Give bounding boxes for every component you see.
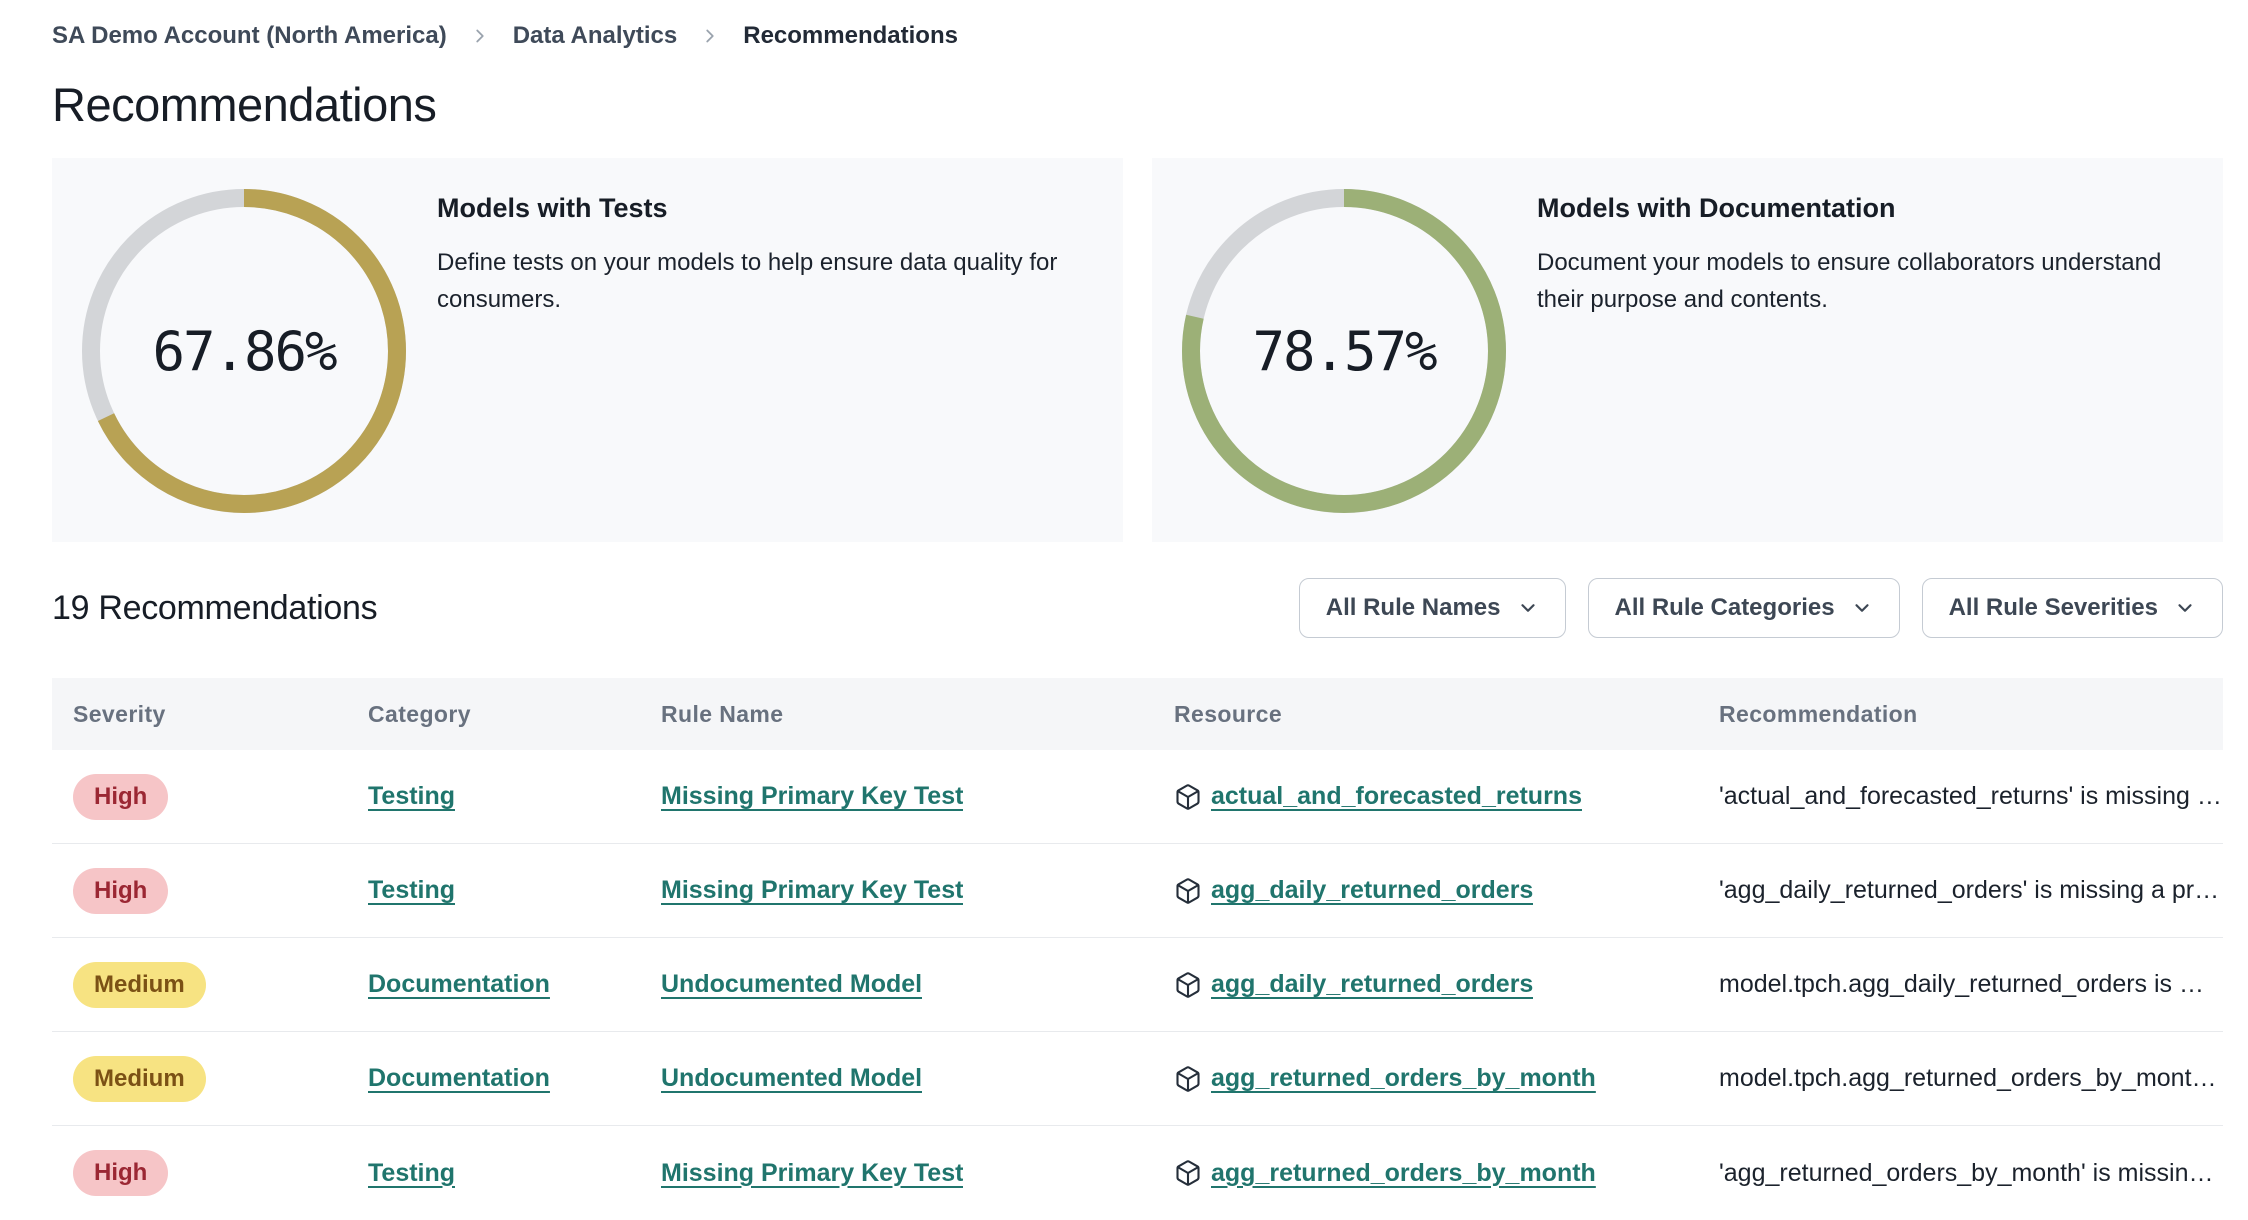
model-cube-icon xyxy=(1174,1065,1202,1093)
recommendation-cell: 'agg_daily_returned_orders' is missing a… xyxy=(1698,876,2223,905)
severity-badge: Medium xyxy=(73,961,206,1008)
table-row: High Testing Missing Primary Key Test ag… xyxy=(52,844,2223,938)
column-header-severity: Severity xyxy=(73,700,166,727)
rule-name-link[interactable]: Undocumented Model xyxy=(661,970,922,999)
resource-link[interactable]: agg_returned_orders_by_month xyxy=(1211,1159,1596,1188)
table-row: High Testing Missing Primary Key Test ag… xyxy=(52,1126,2223,1220)
table-header: Severity Category Rule Name Resource Rec… xyxy=(52,678,2223,750)
models-with-documentation-card: 78.57% Models with Documentation Documen… xyxy=(1152,158,2223,542)
rule-severities-filter[interactable]: All Rule Severities xyxy=(1921,578,2223,638)
list-header: 19 Recommendations All Rule Names All Ru… xyxy=(52,578,2223,638)
card-title-docs: Models with Documentation xyxy=(1537,193,1896,223)
category-cell: Testing xyxy=(347,876,640,905)
chevron-right-icon xyxy=(469,25,491,47)
breadcrumb-account[interactable]: SA Demo Account (North America) xyxy=(52,22,447,50)
tests-percent-value: 67.86% xyxy=(152,319,337,383)
recommendation-text: model.tpch.agg_daily_returned_orders is … xyxy=(1719,970,2223,998)
column-header-category: Category xyxy=(368,700,471,727)
column-header-resource: Resource xyxy=(1174,700,1283,727)
recommendation-cell: 'actual_and_forecasted_returns' is missi… xyxy=(1698,782,2223,811)
table-row: Medium Documentation Undocumented Model … xyxy=(52,938,2223,1032)
model-cube-icon xyxy=(1174,971,1202,999)
table-row: Medium Documentation Undocumented Model … xyxy=(52,1032,2223,1126)
resource-cell: agg_daily_returned_orders xyxy=(1153,970,1698,999)
category-link[interactable]: Documentation xyxy=(368,970,550,999)
category-cell: Testing xyxy=(347,782,640,811)
breadcrumb: SA Demo Account (North America) Data Ana… xyxy=(52,20,2223,52)
severity-cell: Medium xyxy=(52,961,347,1008)
breadcrumb-current: Recommendations xyxy=(743,22,958,49)
category-link[interactable]: Testing xyxy=(368,782,455,811)
card-description-docs: Document your models to ensure collabora… xyxy=(1537,249,2162,313)
severity-cell: High xyxy=(52,867,347,914)
rule-severities-filter-label: All Rule Severities xyxy=(1948,594,2158,621)
chevron-right-icon xyxy=(699,25,721,47)
column-header-recommendation: Recommendation xyxy=(1719,700,1918,727)
rule-name-cell: Missing Primary Key Test xyxy=(640,1159,1153,1188)
card-description-tests: Define tests on your models to help ensu… xyxy=(437,249,1058,313)
chevron-down-icon xyxy=(1854,604,1869,612)
models-with-tests-card: 67.86% Models with Tests Define tests on… xyxy=(52,158,1123,542)
resource-cell: agg_daily_returned_orders xyxy=(1153,876,1698,905)
card-title-tests: Models with Tests xyxy=(437,193,668,223)
recommendations-page: SA Demo Account (North America) Data Ana… xyxy=(0,0,2248,1220)
chevron-down-icon xyxy=(2178,604,2192,612)
rule-categories-filter-label: All Rule Categories xyxy=(1614,594,1835,621)
severity-cell: Medium xyxy=(52,1055,347,1102)
model-cube-icon xyxy=(1174,877,1202,905)
category-link[interactable]: Testing xyxy=(368,876,455,905)
severity-cell: High xyxy=(52,1150,347,1196)
severity-badge: High xyxy=(73,867,169,914)
page-title: Recommendations xyxy=(52,78,437,131)
rule-names-filter-label: All Rule Names xyxy=(1325,594,1501,621)
severity-badge: High xyxy=(73,1150,169,1196)
rule-name-link[interactable]: Missing Primary Key Test xyxy=(661,876,963,905)
rule-name-link[interactable]: Undocumented Model xyxy=(661,1064,922,1093)
rule-name-cell: Missing Primary Key Test xyxy=(640,876,1153,905)
rule-name-cell: Missing Primary Key Test xyxy=(640,782,1153,811)
resource-link[interactable]: actual_and_forecasted_returns xyxy=(1211,782,1582,811)
recommendation-text: 'agg_returned_orders_by_month' is missin… xyxy=(1719,1158,2223,1187)
table-body: High Testing Missing Primary Key Test ac… xyxy=(52,750,2223,1220)
docs-percent-value: 78.57% xyxy=(1252,319,1437,383)
recommendation-text: 'agg_daily_returned_orders' is missing a… xyxy=(1719,876,2223,904)
resource-link[interactable]: agg_daily_returned_orders xyxy=(1211,876,1533,905)
rule-name-cell: Undocumented Model xyxy=(640,1064,1153,1093)
table-row: High Testing Missing Primary Key Test ac… xyxy=(52,750,2223,844)
category-link[interactable]: Testing xyxy=(368,1159,455,1188)
category-cell: Documentation xyxy=(347,1064,640,1093)
breadcrumb-project[interactable]: Data Analytics xyxy=(513,22,678,50)
resource-cell: agg_returned_orders_by_month xyxy=(1153,1064,1698,1093)
rule-name-cell: Undocumented Model xyxy=(640,970,1153,999)
filter-bar: All Rule Names All Rule Categories All R… xyxy=(1298,578,2223,638)
summary-cards: 67.86% Models with Tests Define tests on… xyxy=(52,158,2223,542)
recommendations-table: Severity Category Rule Name Resource Rec… xyxy=(52,678,2223,1220)
tests-coverage-donut: 67.86% xyxy=(82,189,406,513)
rule-name-link[interactable]: Missing Primary Key Test xyxy=(661,782,963,811)
model-cube-icon xyxy=(1174,783,1202,811)
recommendation-text: model.tpch.agg_returned_orders_by_month … xyxy=(1719,1064,2223,1092)
chevron-down-icon xyxy=(1520,604,1535,612)
category-cell: Documentation xyxy=(347,970,640,999)
recommendations-count: 19 Recommendations xyxy=(52,588,378,627)
severity-cell: High xyxy=(52,773,347,820)
column-header-rule-name: Rule Name xyxy=(661,700,784,727)
category-link[interactable]: Documentation xyxy=(368,1064,550,1093)
resource-link[interactable]: agg_returned_orders_by_month xyxy=(1211,1064,1596,1093)
severity-badge: High xyxy=(73,773,169,820)
recommendation-text: 'actual_and_forecasted_returns' is missi… xyxy=(1719,782,2223,810)
model-cube-icon xyxy=(1174,1159,1202,1187)
rule-names-filter[interactable]: All Rule Names xyxy=(1298,578,1566,638)
rule-name-link[interactable]: Missing Primary Key Test xyxy=(661,1159,963,1188)
resource-link[interactable]: agg_daily_returned_orders xyxy=(1211,970,1533,999)
category-cell: Testing xyxy=(347,1159,640,1188)
recommendation-cell: model.tpch.agg_daily_returned_orders is … xyxy=(1698,970,2223,999)
resource-cell: actual_and_forecasted_returns xyxy=(1153,782,1698,811)
resource-cell: agg_returned_orders_by_month xyxy=(1153,1159,1698,1188)
severity-badge: Medium xyxy=(73,1055,206,1102)
recommendation-cell: model.tpch.agg_returned_orders_by_month … xyxy=(1698,1064,2223,1093)
docs-coverage-donut: 78.57% xyxy=(1182,189,1506,513)
recommendation-cell: 'agg_returned_orders_by_month' is missin… xyxy=(1698,1159,2223,1188)
rule-categories-filter[interactable]: All Rule Categories xyxy=(1587,578,1900,638)
